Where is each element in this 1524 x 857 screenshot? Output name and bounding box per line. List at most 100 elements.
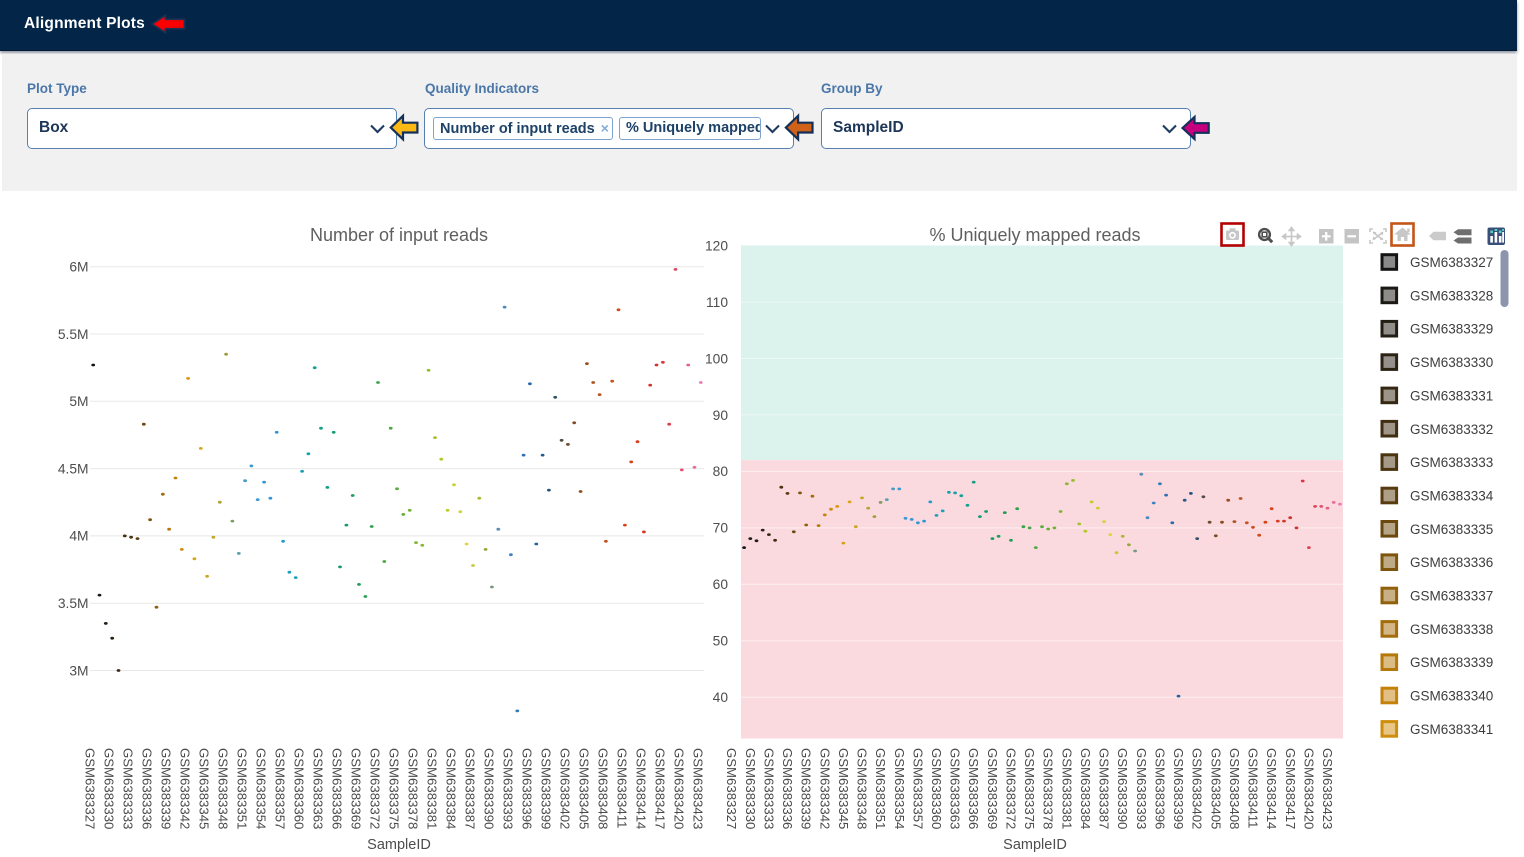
svg-text:GSM6383342: GSM6383342	[817, 748, 832, 829]
svg-text:GSM6383396: GSM6383396	[519, 748, 534, 829]
svg-text:GSM6383384: GSM6383384	[1078, 748, 1093, 829]
svg-text:GSM6383354: GSM6383354	[892, 748, 907, 829]
svg-text:% Uniquely mapped reads: % Uniquely mapped reads	[929, 225, 1140, 245]
svg-text:GSM6383390: GSM6383390	[1115, 748, 1130, 829]
svg-text:GSM6383378: GSM6383378	[1041, 748, 1056, 829]
svg-text:GSM6383348: GSM6383348	[855, 748, 870, 829]
svg-text:GSM6383339: GSM6383339	[159, 748, 174, 829]
svg-text:Number of input reads: Number of input reads	[310, 225, 488, 245]
svg-text:SampleID: SampleID	[367, 837, 431, 853]
svg-text:5.5M: 5.5M	[58, 327, 89, 342]
svg-text:GSM6383390: GSM6383390	[481, 748, 496, 829]
svg-text:GSM6383399: GSM6383399	[538, 748, 553, 829]
svg-text:GSM6383405: GSM6383405	[1208, 748, 1223, 829]
svg-text:GSM6383340: GSM6383340	[1410, 689, 1493, 704]
svg-text:GSM6383393: GSM6383393	[500, 748, 515, 829]
svg-text:GSM6383375: GSM6383375	[1022, 748, 1037, 829]
svg-text:GSM6383330: GSM6383330	[743, 748, 758, 829]
svg-text:110: 110	[706, 295, 728, 310]
svg-text:GSM6383354: GSM6383354	[254, 748, 269, 829]
svg-text:GSM6383327: GSM6383327	[1410, 255, 1493, 270]
svg-text:4M: 4M	[69, 529, 88, 544]
svg-text:GSM6383341: GSM6383341	[1410, 722, 1493, 737]
svg-text:GSM6383328: GSM6383328	[1410, 288, 1493, 303]
svg-text:GSM6383332: GSM6383332	[1410, 422, 1493, 437]
svg-text:GSM6383369: GSM6383369	[349, 748, 364, 829]
svg-text:GSM6383396: GSM6383396	[1152, 748, 1167, 829]
svg-text:GSM6383360: GSM6383360	[292, 748, 307, 829]
svg-text:GSM6383378: GSM6383378	[406, 748, 421, 829]
svg-text:GSM6383336: GSM6383336	[140, 748, 155, 829]
svg-text:40: 40	[713, 690, 729, 705]
svg-text:GSM6383366: GSM6383366	[330, 748, 345, 829]
svg-text:GSM6383408: GSM6383408	[1227, 748, 1242, 829]
svg-text:3.5M: 3.5M	[58, 596, 89, 611]
svg-text:GSM6383339: GSM6383339	[1410, 655, 1493, 670]
svg-text:90: 90	[713, 408, 729, 423]
svg-text:GSM6383408: GSM6383408	[595, 748, 610, 829]
svg-text:GSM6383335: GSM6383335	[1410, 522, 1493, 537]
svg-text:GSM6383348: GSM6383348	[216, 748, 231, 829]
svg-text:SampleID: SampleID	[1003, 837, 1067, 853]
svg-text:GSM6383345: GSM6383345	[836, 748, 851, 829]
svg-text:GSM6383345: GSM6383345	[197, 748, 212, 829]
svg-text:GSM6383338: GSM6383338	[1410, 622, 1493, 637]
svg-text:GSM6383366: GSM6383366	[966, 748, 981, 829]
svg-text:GSM6383387: GSM6383387	[1097, 748, 1112, 829]
svg-text:70: 70	[713, 521, 729, 536]
svg-text:GSM6383329: GSM6383329	[1410, 322, 1493, 337]
svg-text:GSM6383334: GSM6383334	[1410, 489, 1494, 504]
svg-text:GSM6383414: GSM6383414	[1264, 748, 1279, 829]
svg-text:GSM6383402: GSM6383402	[557, 748, 572, 829]
svg-text:GSM6383327: GSM6383327	[83, 748, 98, 829]
svg-text:80: 80	[713, 464, 729, 479]
svg-text:GSM6383417: GSM6383417	[652, 748, 667, 829]
svg-text:GSM6383333: GSM6383333	[121, 748, 136, 829]
svg-text:5M: 5M	[69, 394, 88, 409]
svg-text:120: 120	[705, 238, 728, 253]
svg-text:GSM6383417: GSM6383417	[1283, 748, 1298, 829]
svg-text:GSM6383331: GSM6383331	[1410, 388, 1493, 403]
svg-text:GSM6383360: GSM6383360	[929, 748, 944, 829]
svg-text:GSM6383339: GSM6383339	[799, 748, 814, 829]
svg-text:GSM6383333: GSM6383333	[1410, 455, 1493, 470]
svg-text:GSM6383357: GSM6383357	[273, 748, 288, 829]
svg-text:GSM6383369: GSM6383369	[985, 748, 1000, 829]
svg-text:GSM6383342: GSM6383342	[178, 748, 193, 829]
svg-text:GSM6383333: GSM6383333	[761, 748, 776, 829]
svg-text:GSM6383393: GSM6383393	[1134, 748, 1149, 829]
svg-text:GSM6383336: GSM6383336	[1410, 555, 1493, 570]
svg-text:GSM6383337: GSM6383337	[1410, 589, 1493, 604]
svg-text:GSM6383330: GSM6383330	[1410, 355, 1493, 370]
svg-text:GSM6383381: GSM6383381	[1059, 748, 1074, 829]
svg-text:3M: 3M	[69, 663, 88, 678]
svg-text:GSM6383357: GSM6383357	[910, 748, 925, 829]
svg-text:60: 60	[713, 577, 729, 592]
svg-text:GSM6383363: GSM6383363	[948, 748, 963, 829]
svg-text:GSM6383351: GSM6383351	[873, 748, 888, 829]
svg-text:GSM6383372: GSM6383372	[368, 748, 383, 829]
svg-text:GSM6383420: GSM6383420	[1301, 748, 1316, 829]
svg-text:GSM6383330: GSM6383330	[102, 748, 117, 829]
svg-text:50: 50	[713, 634, 729, 649]
svg-text:GSM6383423: GSM6383423	[690, 748, 705, 829]
svg-text:GSM6383423: GSM6383423	[1320, 748, 1335, 829]
svg-text:GSM6383351: GSM6383351	[235, 748, 250, 829]
svg-text:6M: 6M	[69, 260, 88, 275]
svg-text:GSM6383372: GSM6383372	[1004, 748, 1019, 829]
svg-text:GSM6383387: GSM6383387	[463, 748, 478, 829]
svg-text:GSM6383411: GSM6383411	[614, 748, 629, 828]
svg-text:GSM6383420: GSM6383420	[671, 748, 686, 829]
svg-text:GSM6383384: GSM6383384	[444, 748, 459, 829]
svg-text:GSM6383327: GSM6383327	[724, 748, 739, 829]
svg-text:4.5M: 4.5M	[58, 461, 89, 476]
svg-text:GSM6383381: GSM6383381	[425, 748, 440, 829]
svg-text:GSM6383414: GSM6383414	[633, 748, 648, 829]
svg-text:GSM6383405: GSM6383405	[576, 748, 591, 829]
svg-text:GSM6383363: GSM6383363	[311, 748, 326, 829]
svg-text:GSM6383399: GSM6383399	[1171, 748, 1186, 829]
svg-text:GSM6383375: GSM6383375	[387, 748, 402, 829]
svg-text:GSM6383336: GSM6383336	[780, 748, 795, 829]
svg-text:GSM6383411: GSM6383411	[1246, 748, 1261, 828]
svg-text:GSM6383402: GSM6383402	[1190, 748, 1205, 829]
